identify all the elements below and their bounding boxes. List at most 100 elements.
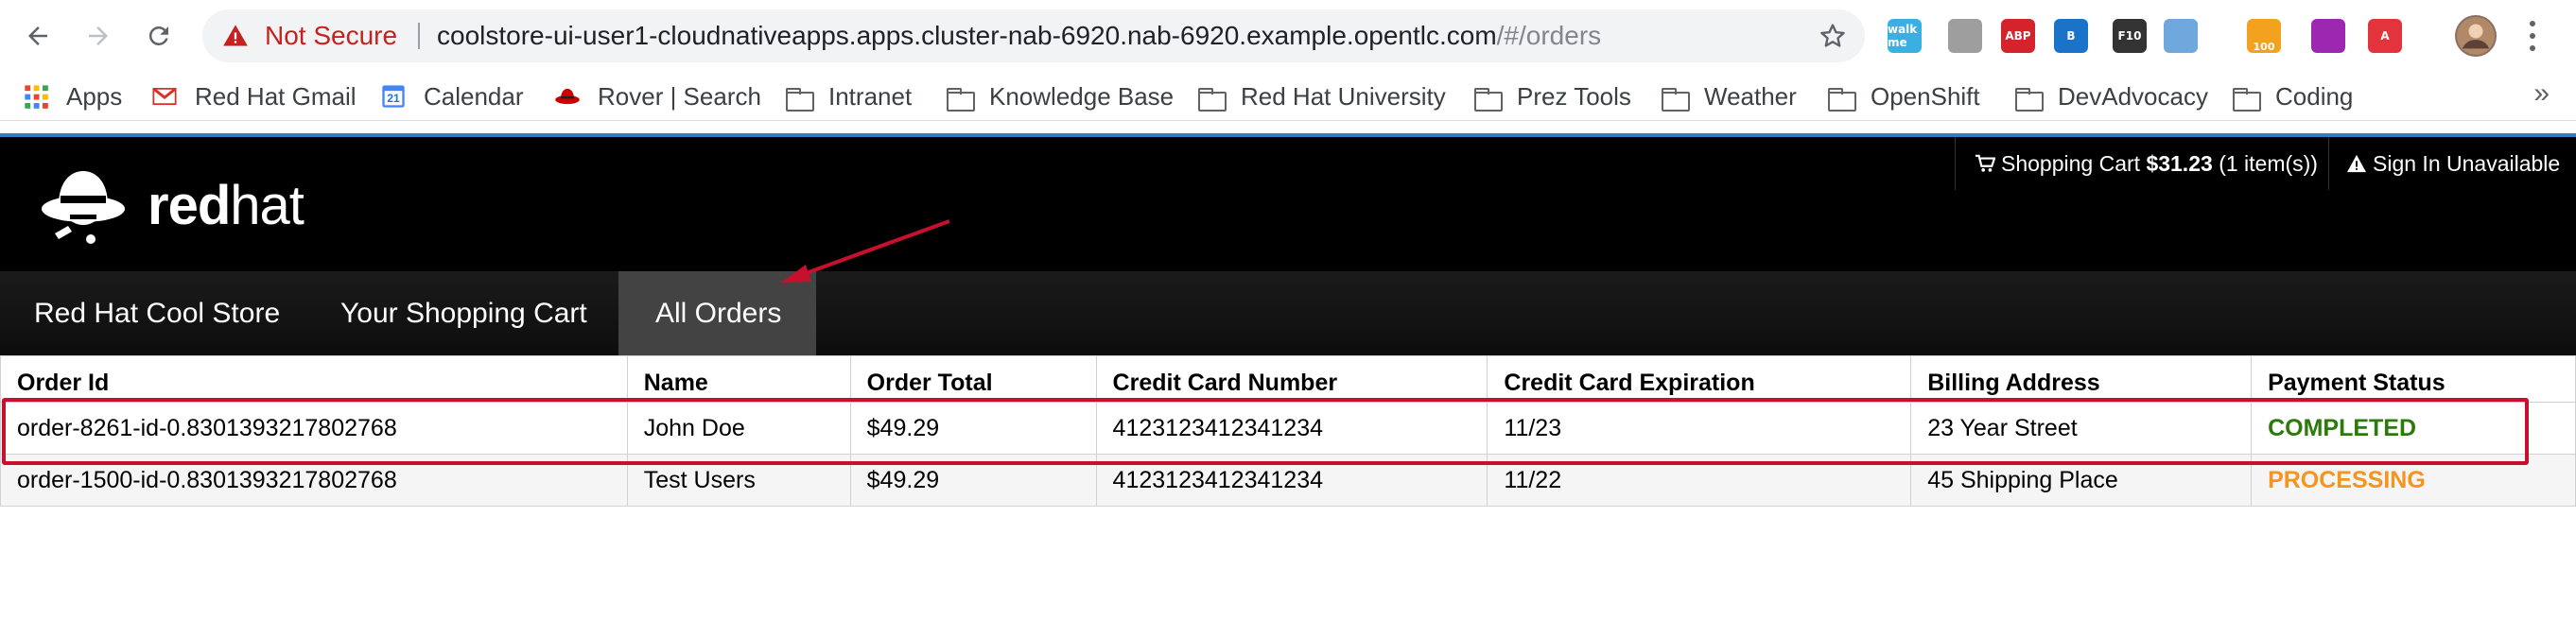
address-bar[interactable]: Not Secure coolstore-ui-user1-cloudnativ… <box>202 9 1865 62</box>
bookmark-knowledge-base[interactable]: Knowledge Base <box>946 79 1174 113</box>
table-row[interactable]: order-8261-id-0.8301393217802768 John Do… <box>0 402 2576 455</box>
bookmark-devadvocacy[interactable]: DevAdvocacy <box>2014 79 2208 113</box>
order-id-cell: order-8261-id-0.8301393217802768 <box>0 402 628 455</box>
column-header[interactable]: Billing Address <box>1910 355 2253 403</box>
bookmark-openshift[interactable]: OpenShift <box>1827 79 1980 113</box>
column-header[interactable]: Credit Card Expiration <box>1487 355 1912 403</box>
bookmark-apps[interactable]: Apps <box>23 79 122 113</box>
name-cell: John Doe <box>626 402 851 455</box>
security-status[interactable]: Not Secure <box>265 21 397 51</box>
orders-table: Order Id Name Order Total Credit Card Nu… <box>0 355 2576 507</box>
sign-in-link[interactable]: Sign In Unavailable <box>2328 137 2560 190</box>
nav-shopping-cart[interactable]: Your Shopping Cart <box>306 271 621 355</box>
order-id-cell: order-1500-id-0.8301393217802768 <box>0 454 628 507</box>
order-total-cell: $49.29 <box>849 402 1097 455</box>
calendar-day-label: 21 <box>387 92 400 105</box>
url-path: /#/orders <box>1496 21 1602 50</box>
menu-dots-icon <box>2530 21 2535 26</box>
payment-status-cell: PROCESSING <box>2251 454 2576 507</box>
bookmark-red-hat-gmail[interactable]: Red Hat Gmail <box>151 79 357 113</box>
table-row[interactable]: order-1500-id-0.8301393217802768 Test Us… <box>0 454 2576 507</box>
column-header[interactable]: Order Total <box>849 355 1097 403</box>
folder-icon <box>1473 83 1503 112</box>
warning-triangle-icon <box>223 25 248 46</box>
redhat-logo[interactable]: redhat <box>36 164 305 247</box>
bluejeans-extension-icon[interactable]: B <box>2054 19 2088 53</box>
forward-button[interactable] <box>78 15 119 57</box>
bookmark-calendar[interactable]: 21 Calendar <box>380 79 524 113</box>
bookmark-intranet[interactable]: Intranet <box>785 79 912 113</box>
nav-all-orders[interactable]: All Orders <box>618 271 816 355</box>
column-header[interactable]: Name <box>626 355 851 403</box>
chrome-menu-button[interactable] <box>2527 17 2538 55</box>
rss-extension-icon[interactable]: 100 <box>2247 19 2281 53</box>
bookmark-label: Rover | Search <box>598 81 761 111</box>
logo-wordmark: redhat <box>148 174 305 236</box>
bookmark-label: Red Hat University <box>1241 81 1446 111</box>
walkme-extension-icon[interactable]: walk me <box>1888 19 1922 53</box>
folder-icon <box>1661 83 1690 112</box>
bookmark-weather[interactable]: Weather <box>1661 79 1797 113</box>
card-expiration-cell: 11/22 <box>1487 454 1912 507</box>
reload-button[interactable] <box>138 15 180 57</box>
column-header[interactable]: Credit Card Number <box>1095 355 1488 403</box>
payment-status-cell: COMPLETED <box>2251 402 2576 455</box>
redhat-fedora-icon <box>554 83 581 110</box>
bookmark-red-hat-university[interactable]: Red Hat University <box>1197 79 1446 113</box>
bookmark-prez-tools[interactable]: Prez Tools <box>1473 79 1631 113</box>
nav-label: Red Hat Cool Store <box>34 297 281 329</box>
card-number-cell: 4123123412341234 <box>1095 402 1488 455</box>
bookmark-star-icon[interactable] <box>1818 21 1848 51</box>
billing-address-cell: 45 Shipping Place <box>1910 454 2253 507</box>
adblock-extension-icon[interactable]: ABP <box>2001 19 2035 53</box>
folder-icon <box>946 83 975 112</box>
bookmark-rover-search[interactable]: Rover | Search <box>554 79 761 113</box>
pdf-extension-icon[interactable]: A <box>2368 19 2402 53</box>
nav-cool-store[interactable]: Red Hat Cool Store <box>0 271 314 355</box>
url-text[interactable]: coolstore-ui-user1-cloudnativeapps.apps.… <box>437 21 1601 51</box>
folder-icon <box>1827 83 1856 112</box>
back-button[interactable] <box>17 15 59 57</box>
shopping-cart-link[interactable]: Shopping Cart $31.23 (1 item(s)) <box>1955 137 2318 190</box>
sphere-extension-icon[interactable] <box>2164 19 2198 53</box>
main-nav: Red Hat Cool Store Your Shopping Cart Al… <box>0 271 2576 355</box>
table-header-row: Order Id Name Order Total Credit Card Nu… <box>0 355 2576 403</box>
color-wheel-extension-icon[interactable] <box>2311 19 2345 53</box>
profile-avatar[interactable] <box>2455 15 2497 57</box>
arrow-right-icon <box>89 26 108 45</box>
bookmarks-overflow-button[interactable]: » <box>2533 78 2550 110</box>
billing-address-cell: 23 Year Street <box>1910 402 2253 455</box>
bookmark-label: Intranet <box>828 81 913 111</box>
nav-label: Your Shopping Cart <box>340 297 587 329</box>
cart-item-count: (1 item(s)) <box>2219 150 2318 176</box>
column-header[interactable]: Order Id <box>0 355 628 403</box>
bookmark-label: DevAdvocacy <box>2058 81 2208 111</box>
bookmark-coding[interactable]: Coding <box>2232 79 2353 113</box>
f10-extension-icon[interactable]: F10 <box>2113 19 2147 53</box>
name-cell: Test Users <box>626 454 851 507</box>
warning-icon <box>2347 154 2366 173</box>
app-header: redhat Shopping Cart $31.23 (1 item(s)) … <box>0 137 2576 271</box>
cart-label: Shopping Cart <box>2001 150 2141 176</box>
user-avatar-icon <box>2457 17 2495 55</box>
folder-icon <box>1197 83 1227 112</box>
bookmark-label: Weather <box>1704 81 1797 111</box>
drive-extension-icon[interactable] <box>1948 19 1982 53</box>
folder-icon <box>785 83 814 112</box>
bookmark-label: OpenShift <box>1871 81 1980 111</box>
browser-toolbar: Not Secure coolstore-ui-user1-cloudnativ… <box>0 0 2576 72</box>
gmail-icon <box>151 83 178 110</box>
shadowman-icon <box>42 171 125 244</box>
bookmark-label: Calendar <box>424 81 524 111</box>
apps-grid-icon <box>23 83 49 110</box>
nav-label: All Orders <box>655 297 782 329</box>
cart-icon <box>1976 154 1995 172</box>
bookmark-label: Coding <box>2275 81 2354 111</box>
folder-icon <box>2014 83 2044 112</box>
arrow-left-icon <box>28 26 47 45</box>
sign-in-label: Sign In Unavailable <box>2373 150 2561 176</box>
bookmark-label: Apps <box>66 81 123 111</box>
bookmark-label: Prez Tools <box>1517 81 1631 111</box>
calendar-icon: 21 <box>380 83 407 110</box>
column-header[interactable]: Payment Status <box>2251 355 2576 403</box>
